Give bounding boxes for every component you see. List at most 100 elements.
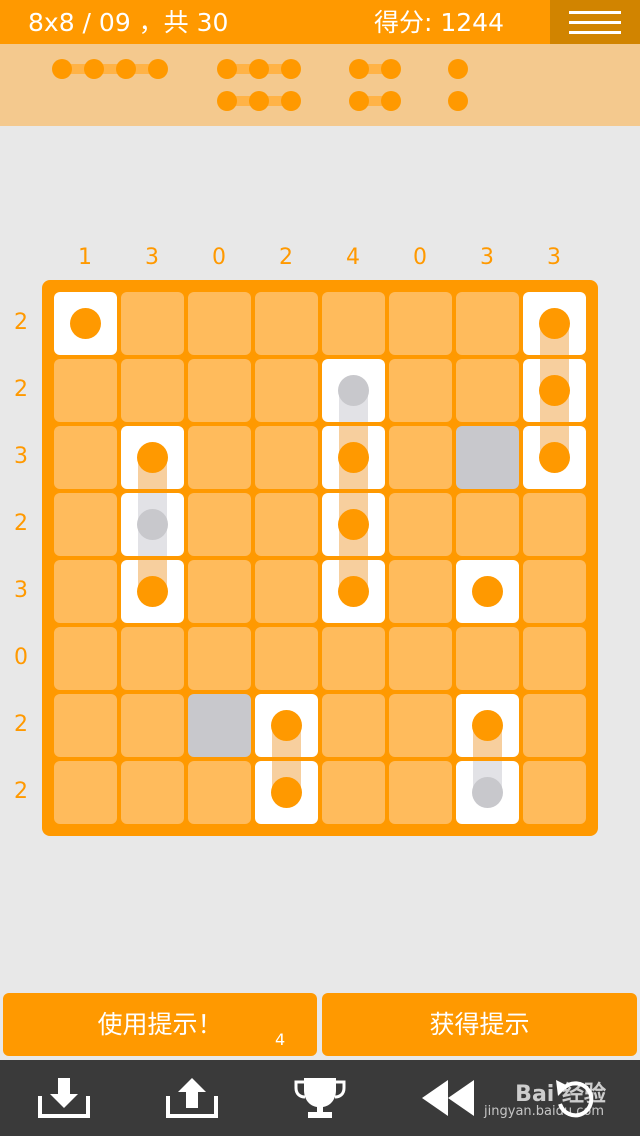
fleet-ship-segment xyxy=(448,59,468,79)
board-cell[interactable] xyxy=(389,426,452,489)
trophy-icon[interactable] xyxy=(290,1074,350,1122)
board-cell[interactable] xyxy=(121,426,184,489)
board-cell[interactable] xyxy=(456,359,519,422)
row-clue: 0 xyxy=(14,645,28,670)
board-cell[interactable] xyxy=(523,493,586,556)
board-cell[interactable] xyxy=(322,560,385,623)
column-clue: 2 xyxy=(279,245,293,270)
get-hint-button[interactable]: 获得提示 xyxy=(322,993,637,1056)
board-cell[interactable] xyxy=(121,292,184,355)
top-bar: 8x8 / 09 ，共 30 得分: 1244 xyxy=(0,0,640,44)
fleet-ship xyxy=(349,59,401,79)
fleet-ship-segment xyxy=(249,59,269,79)
board-cell[interactable] xyxy=(255,761,318,824)
board-cell[interactable] xyxy=(322,292,385,355)
board-cell[interactable] xyxy=(322,359,385,422)
column-clue: 3 xyxy=(480,245,494,270)
board-cell[interactable] xyxy=(255,560,318,623)
board-cell[interactable] xyxy=(255,493,318,556)
board-cell[interactable] xyxy=(456,292,519,355)
board-cell[interactable] xyxy=(54,694,117,757)
ship-segment xyxy=(539,375,570,406)
board-cell[interactable] xyxy=(322,627,385,690)
column-clue: 0 xyxy=(413,245,427,270)
rewind-icon[interactable] xyxy=(418,1074,478,1122)
ship-segment xyxy=(539,442,570,473)
board-cell[interactable] xyxy=(389,292,452,355)
column-clue: 0 xyxy=(212,245,226,270)
board-cell[interactable] xyxy=(523,426,586,489)
board-cell[interactable] xyxy=(389,560,452,623)
board-cell[interactable] xyxy=(322,761,385,824)
ship-segment xyxy=(338,576,369,607)
fleet-ship xyxy=(217,91,301,111)
board-cell[interactable] xyxy=(255,627,318,690)
board-cell[interactable] xyxy=(523,627,586,690)
menu-button[interactable] xyxy=(550,0,640,44)
board-cell[interactable] xyxy=(456,493,519,556)
board-cell[interactable] xyxy=(389,761,452,824)
board-cell[interactable] xyxy=(322,694,385,757)
ship-segment xyxy=(338,509,369,540)
board-cell[interactable] xyxy=(121,761,184,824)
board-cell[interactable] xyxy=(255,292,318,355)
board-cell[interactable] xyxy=(188,292,251,355)
board-cell[interactable] xyxy=(389,694,452,757)
board-cell[interactable] xyxy=(188,493,251,556)
fleet-ship xyxy=(448,91,468,111)
board-cell[interactable] xyxy=(121,359,184,422)
board-cell[interactable] xyxy=(389,627,452,690)
board-cell[interactable] xyxy=(54,426,117,489)
board-cell[interactable] xyxy=(456,560,519,623)
board-cell[interactable] xyxy=(322,493,385,556)
board-cell[interactable] xyxy=(456,761,519,824)
fleet-panel xyxy=(0,44,640,126)
upload-icon[interactable] xyxy=(162,1074,222,1122)
board-cell[interactable] xyxy=(523,292,586,355)
board-cell[interactable] xyxy=(255,694,318,757)
board-cell[interactable] xyxy=(121,493,184,556)
board-cell[interactable] xyxy=(188,426,251,489)
fleet-ship xyxy=(52,59,168,79)
board-cell[interactable] xyxy=(523,761,586,824)
board-cell[interactable] xyxy=(523,359,586,422)
board-cell[interactable] xyxy=(523,694,586,757)
board-cell[interactable] xyxy=(456,426,519,489)
board-cell[interactable] xyxy=(54,560,117,623)
board-cell[interactable] xyxy=(121,560,184,623)
board-cell[interactable] xyxy=(389,359,452,422)
row-clue: 2 xyxy=(14,377,28,402)
column-clue: 1 xyxy=(78,245,92,270)
board-cell[interactable] xyxy=(188,761,251,824)
hamburger-icon-line xyxy=(569,30,621,34)
board-cell[interactable] xyxy=(188,560,251,623)
board-cell[interactable] xyxy=(389,493,452,556)
board-cell[interactable] xyxy=(255,359,318,422)
board-cell[interactable] xyxy=(523,560,586,623)
board-cell[interactable] xyxy=(121,627,184,690)
fleet-ship-segment xyxy=(217,91,237,111)
board-cell[interactable] xyxy=(54,292,117,355)
ship-segment xyxy=(70,308,101,339)
board-cell[interactable] xyxy=(54,359,117,422)
use-hint-button[interactable]: 使用提示！ 4 xyxy=(3,993,317,1056)
board-cell[interactable] xyxy=(54,493,117,556)
board-cell[interactable] xyxy=(188,359,251,422)
download-icon[interactable] xyxy=(34,1074,94,1122)
hint-ship-segment xyxy=(338,375,369,406)
board-cell[interactable] xyxy=(456,627,519,690)
fleet-ship-segment xyxy=(217,59,237,79)
board-cell[interactable] xyxy=(456,694,519,757)
board-cell[interactable] xyxy=(188,627,251,690)
ship-segment xyxy=(137,576,168,607)
ship-segment xyxy=(472,576,503,607)
ship-segment xyxy=(271,710,302,741)
board-cell[interactable] xyxy=(188,694,251,757)
board-cell[interactable] xyxy=(54,761,117,824)
fleet-ship-segment xyxy=(116,59,136,79)
board-cell[interactable] xyxy=(255,426,318,489)
board-cell[interactable] xyxy=(121,694,184,757)
board-cell[interactable] xyxy=(322,426,385,489)
board-cell[interactable] xyxy=(54,627,117,690)
get-hint-label: 获得提示 xyxy=(429,1010,530,1039)
